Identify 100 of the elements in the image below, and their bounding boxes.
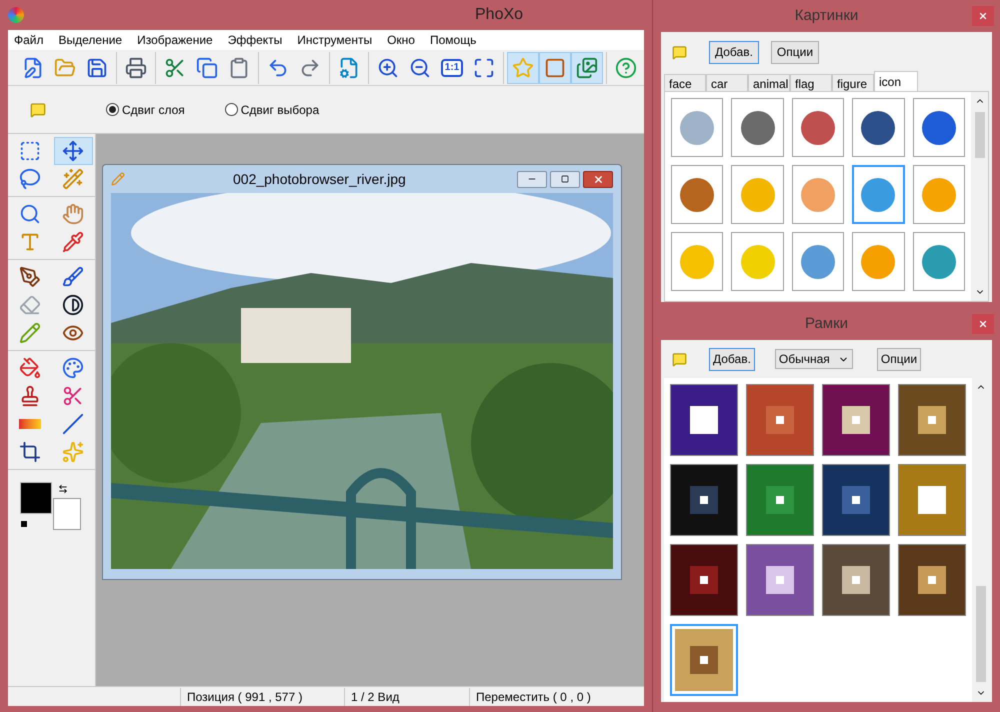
move-icon — [62, 140, 84, 162]
frame-tile[interactable] — [670, 464, 738, 536]
options-button[interactable]: Опции — [876, 348, 922, 370]
frame-icon — [544, 56, 566, 78]
radio-button[interactable] — [224, 103, 238, 116]
frame-tile[interactable] — [746, 544, 814, 616]
save-icon — [86, 56, 108, 78]
radio-button[interactable] — [106, 103, 119, 116]
zoom-out-icon — [409, 56, 431, 78]
palette-icon — [62, 357, 84, 379]
menu-item[interactable]: Окно — [387, 31, 415, 49]
category-tab[interactable]: car — [706, 74, 748, 91]
clipart-tile[interactable] — [912, 98, 965, 157]
redo-icon — [299, 56, 321, 78]
clipart-picture — [922, 244, 956, 278]
clipart-tile[interactable] — [792, 165, 844, 224]
hint-icon — [672, 352, 687, 366]
radio-label: Сдвиг слоя — [122, 102, 185, 118]
background-color-swatch[interactable] — [53, 498, 81, 530]
swap-colors-icon[interactable] — [58, 484, 68, 494]
maximize-button[interactable] — [550, 170, 580, 188]
clipart-tile[interactable] — [792, 98, 844, 157]
clipart-tile[interactable] — [852, 165, 905, 224]
frame-tile[interactable] — [898, 384, 966, 456]
frame-tile[interactable] — [822, 464, 890, 536]
scrollbar[interactable] — [971, 92, 988, 301]
menu-item[interactable]: Помощь — [430, 31, 476, 49]
line-icon — [62, 413, 84, 435]
app-logo-icon — [8, 7, 24, 23]
scrollbar-thumb[interactable] — [974, 112, 984, 158]
clipart-picture — [800, 178, 835, 212]
pencil-icon — [18, 322, 41, 344]
frame-tile[interactable] — [898, 544, 966, 616]
eraser-icon — [18, 294, 41, 316]
category-tab[interactable]: figure — [832, 74, 874, 91]
clipart-tile[interactable] — [671, 98, 724, 157]
frame-tile[interactable] — [746, 464, 814, 536]
menu-item[interactable]: Файл — [14, 31, 44, 49]
frame-tile[interactable] — [822, 544, 890, 616]
hint-icon — [30, 102, 46, 118]
close-button[interactable] — [972, 6, 994, 26]
menu-item[interactable]: Инструменты — [297, 31, 372, 49]
radio-option[interactable]: Сдвиг выбора — [224, 100, 320, 118]
category-tab[interactable]: flag — [790, 74, 832, 91]
clipart-tile[interactable] — [731, 98, 784, 157]
scrollbar[interactable] — [972, 378, 989, 702]
frame-picture — [747, 545, 813, 615]
clipart-tile[interactable] — [671, 165, 724, 224]
pictures-icon — [576, 56, 598, 78]
toolbar-button[interactable] — [539, 52, 571, 84]
menu-item[interactable]: Эффекты — [228, 31, 282, 49]
clipart-tile[interactable] — [731, 232, 784, 291]
add-button[interactable]: Добав. — [709, 348, 755, 370]
frame-tile[interactable] — [822, 384, 890, 456]
frame-picture — [671, 545, 737, 615]
clipart-tile[interactable] — [731, 165, 784, 224]
toolbar-button[interactable] — [571, 52, 603, 84]
close-icon — [592, 174, 604, 184]
printer-icon — [125, 56, 147, 78]
frame-tile[interactable] — [670, 544, 738, 616]
category-tab[interactable]: face — [664, 74, 706, 91]
category-tab[interactable]: animal — [748, 74, 790, 91]
frame-picture — [899, 465, 965, 535]
image-window-title: 002_photobrowser_river.jpg — [233, 170, 406, 189]
category-tab[interactable]: icon — [874, 71, 918, 91]
clipart-tile[interactable] — [852, 98, 905, 157]
clipart-picture — [922, 110, 956, 144]
clipart-tile[interactable] — [912, 165, 965, 224]
paint-bucket-icon — [18, 357, 41, 379]
scrollbar-thumb[interactable] — [976, 586, 986, 682]
clipart-tile[interactable] — [792, 232, 844, 291]
panel-button[interactable]: Опции — [770, 40, 820, 64]
settings-icon — [338, 56, 360, 78]
magic-wand-icon — [62, 168, 84, 190]
clipart-tile[interactable] — [912, 232, 965, 291]
fit-icon — [473, 56, 495, 78]
actual-size-icon: 1:1 — [440, 58, 464, 76]
toolbar-button[interactable]: 1:1 — [436, 52, 468, 84]
close-button[interactable] — [972, 314, 994, 334]
radio-label: Сдвиг выбора — [240, 102, 320, 118]
clipart-tile[interactable] — [852, 232, 905, 291]
reset-colors-icon[interactable] — [20, 520, 28, 528]
frame-style-dropdown[interactable]: Обычная — [774, 349, 853, 369]
contrast-icon — [62, 294, 84, 316]
clipart-tile[interactable] — [671, 232, 724, 291]
frame-tile[interactable] — [898, 464, 966, 536]
menu-item[interactable]: Изображение — [137, 31, 213, 49]
radio-option[interactable]: Сдвиг слоя — [106, 100, 185, 118]
frame-tile[interactable] — [670, 384, 738, 456]
folder-icon — [54, 56, 76, 78]
panel-button[interactable]: Добав. — [709, 40, 759, 64]
frame-tile[interactable] — [746, 384, 814, 456]
menu-item[interactable]: Выделение — [58, 31, 122, 49]
panel-title: Рамки — [804, 314, 848, 334]
frame-tile[interactable] — [670, 624, 738, 696]
paste-icon — [228, 56, 250, 78]
close-button[interactable] — [583, 170, 613, 188]
pencil-icon — [111, 172, 125, 186]
hint-icon — [672, 44, 687, 60]
foreground-color-swatch[interactable] — [20, 482, 52, 514]
